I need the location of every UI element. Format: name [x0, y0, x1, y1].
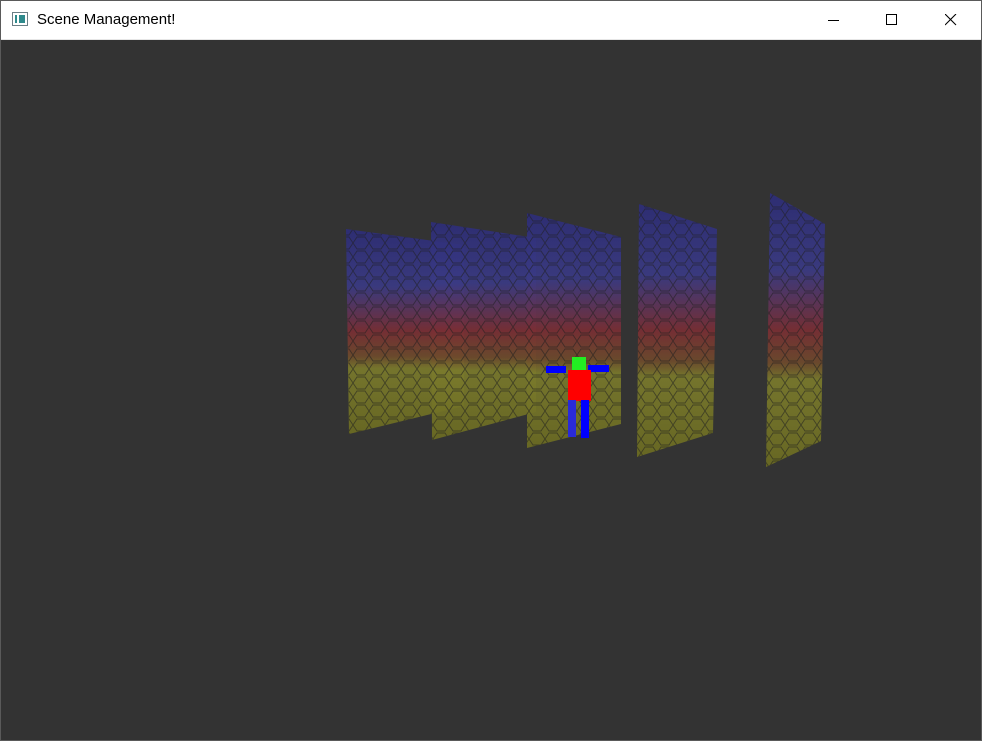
panel-2: [431, 222, 536, 440]
character-right-arm: [588, 365, 609, 372]
app-window: Scene Management!: [0, 0, 982, 741]
close-icon: [945, 14, 957, 26]
title-bar[interactable]: Scene Management!: [1, 1, 981, 40]
character-right-leg: [581, 400, 589, 438]
maximize-button[interactable]: [863, 1, 921, 39]
panel-5: [766, 193, 825, 467]
app-icon: [12, 12, 28, 26]
window-title: Scene Management!: [37, 11, 176, 28]
character-left-leg: [568, 400, 576, 437]
minimize-button[interactable]: [805, 1, 863, 39]
close-button[interactable]: [922, 1, 980, 39]
maximize-icon: [886, 14, 897, 25]
render-viewport[interactable]: [1, 40, 981, 740]
character-left-arm: [546, 366, 566, 373]
character-head: [572, 357, 586, 371]
minimize-icon: [828, 20, 839, 21]
character-torso: [568, 370, 591, 401]
panel-4: [637, 204, 717, 457]
scene-canvas: [346, 193, 825, 467]
